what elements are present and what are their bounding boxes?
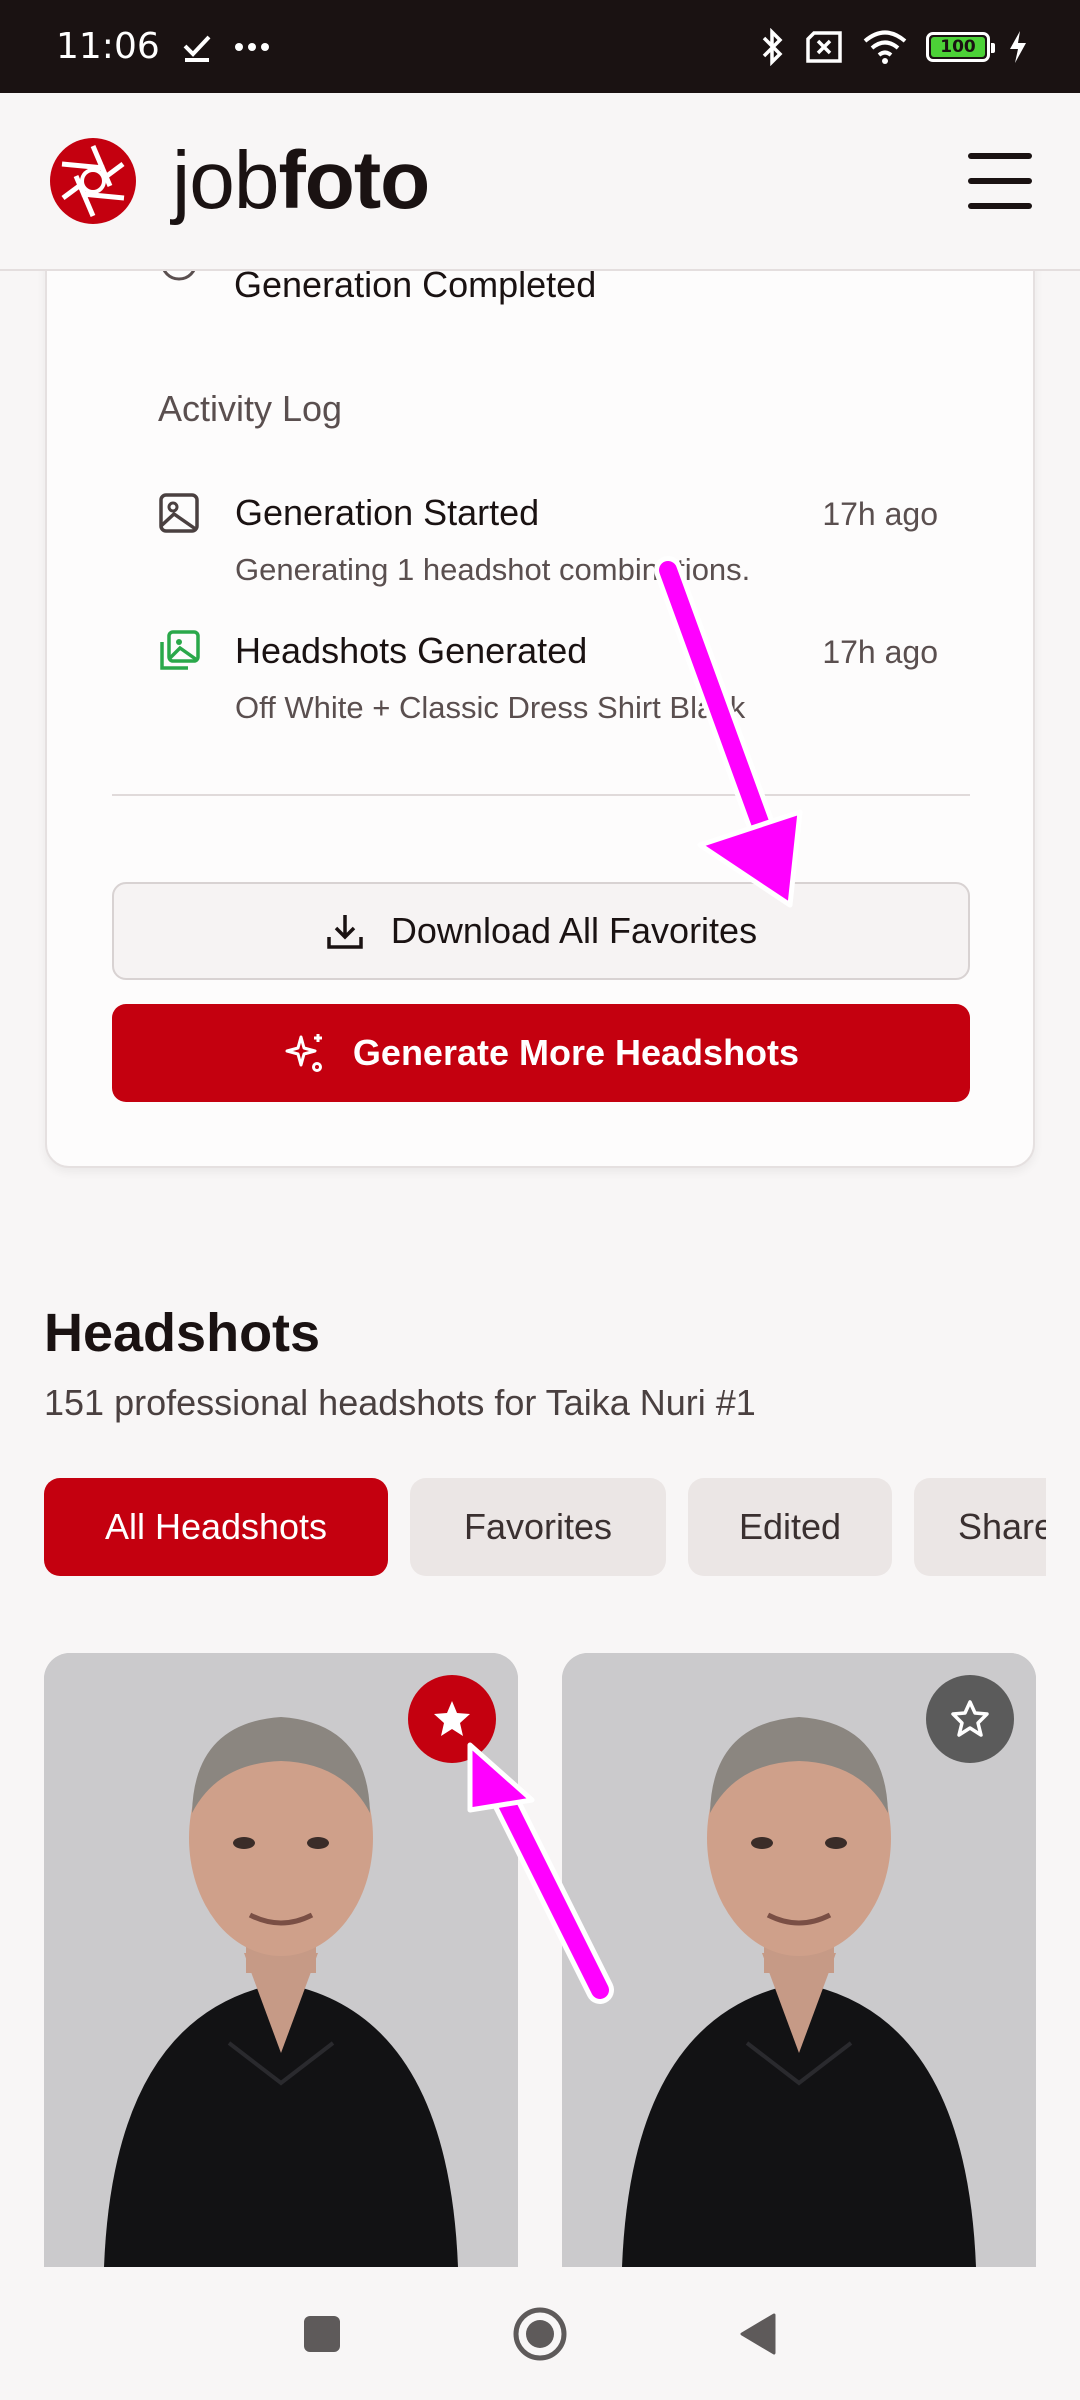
download-icon [327,915,363,949]
charging-icon [1010,30,1026,63]
tab-shared[interactable]: Shared [914,1478,1046,1576]
brand[interactable]: jobfoto [48,134,430,228]
activity-log-title: Activity Log [158,388,343,429]
check-icon [183,35,211,62]
generate-button-label: Generate More Headshots [352,1032,800,1073]
images-icon [160,630,200,670]
download-button-label: Download All Favorites [390,910,758,951]
log-title: Headshots Generated [235,630,588,671]
log-description: Off White + Classic Dress Shirt Black [235,690,746,725]
system-nav-bar [0,2268,1080,2400]
log-time: 17h ago [822,496,938,532]
generation-card: Generation Completed Activity Log Genera… [45,200,1035,1168]
home-circle-icon[interactable] [512,2306,568,2362]
image-icon [159,493,199,533]
app-header: jobfoto [0,93,1080,271]
log-time: 17h ago [822,634,938,670]
hamburger-menu-icon[interactable] [968,153,1032,209]
recents-square-icon[interactable] [302,2314,342,2354]
sparkles-icon [285,1034,322,1072]
brand-prefix: job [172,135,279,226]
star-filled-icon [434,1701,470,1736]
log-item-headshots-generated: Headshots Generated 17h ago Off White + … [158,630,938,730]
sim-off-icon [806,30,842,63]
tab-edited[interactable]: Edited [688,1478,892,1576]
headshot-grid [44,1653,1036,2267]
headshot-card[interactable] [562,1653,1036,2267]
brand-suffix: foto [278,135,430,226]
filter-tabs: All Headshots Favorites Edited Shared [44,1478,1046,1576]
favorite-star-button[interactable] [926,1675,1014,1763]
brand-name: jobfoto [172,134,430,228]
wifi-icon [863,30,907,64]
star-outline-icon [951,1700,989,1737]
log-description: Generating 1 headshot combinations. [235,552,751,587]
headshots-title: Headshots [44,1303,321,1363]
divider [112,794,970,796]
aperture-logo-icon [50,138,136,224]
headshots-subtitle: 151 professional headshots for Taika Nur… [44,1382,756,1423]
battery-level: 100 [931,36,985,57]
bluetooth-icon [762,27,783,66]
tab-favorites[interactable]: Favorites [410,1478,666,1576]
more-dots-icon [234,42,269,51]
log-item-generation-started: Generation Started 17h ago Generating 1 … [158,492,938,592]
back-triangle-icon[interactable] [738,2311,778,2357]
tab-all-headshots[interactable]: All Headshots [44,1478,388,1576]
favorite-star-button[interactable] [408,1675,496,1763]
clock: 11:06 [56,26,160,67]
battery-icon: 100 [926,31,995,62]
log-title: Generation Started [235,492,540,533]
generate-more-headshots-button[interactable]: Generate More Headshots [112,1004,970,1102]
headshot-card[interactable] [44,1653,518,2267]
download-all-favorites-button[interactable]: Download All Favorites [112,882,970,980]
status-bar: 11:06 100 [0,0,1080,93]
